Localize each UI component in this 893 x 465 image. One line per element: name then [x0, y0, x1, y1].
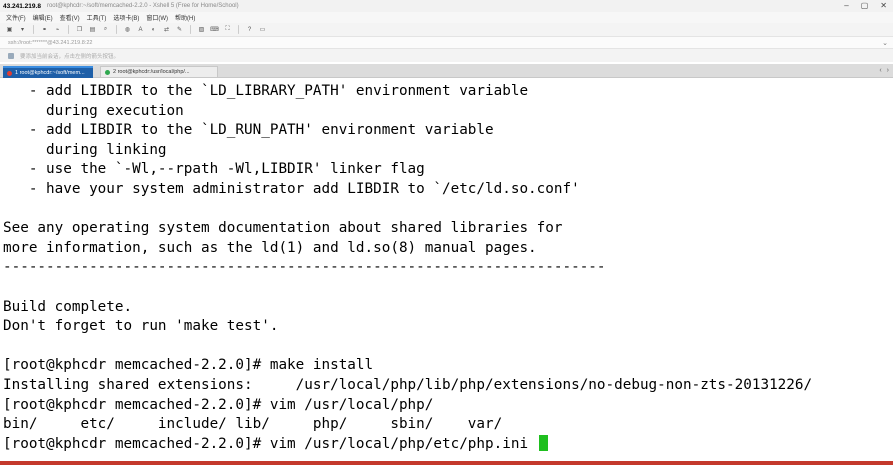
toolbar: ▣ ▾ ⚭ ⌁ ❐ ▤ ⌕ ◍ A ◐ ⇄ ✎ ▨ ⌨ ⛶ ? ▭	[0, 23, 893, 36]
terminal-line: Installing shared extensions: /usr/local…	[3, 377, 813, 393]
session-tab-label: 2 root@kphcdr:/usr/local/php/...	[113, 69, 190, 75]
toolbar-separator	[190, 25, 191, 34]
search-icon[interactable]: ⌕	[101, 26, 110, 34]
maximize-icon[interactable]: ▢	[861, 1, 869, 10]
menu-tabs[interactable]: 选项卡(B)	[113, 13, 139, 22]
font-icon[interactable]: A	[136, 26, 145, 34]
terminal-line: bin/ etc/ include/ lib/ php/ sbin/ var/	[3, 416, 503, 433]
script-icon[interactable]: ✎	[175, 26, 184, 34]
window-controls: – ▢ ✕	[844, 1, 887, 10]
session-tab-label: 1 root@kphcdr:~/soft/mem...	[15, 70, 85, 76]
menu-window[interactable]: 窗口(W)	[146, 13, 168, 22]
transfer-icon[interactable]: ⇄	[162, 26, 171, 34]
open-session-icon[interactable]: ▾	[18, 26, 27, 34]
chevron-left-icon[interactable]: ‹	[879, 67, 881, 74]
chevron-down-icon[interactable]: ⌄	[882, 39, 888, 47]
hint-text: 要添加当前会话，点击左侧的箭头按钮。	[20, 53, 120, 60]
color-icon[interactable]: ◐	[149, 26, 158, 34]
toolbar-separator	[33, 25, 34, 34]
menu-help[interactable]: 帮助(H)	[175, 13, 195, 22]
window-title: root@kphcdr:~/soft/memcached-2.2.0 - Xsh…	[46, 3, 239, 9]
terminal-line: ----------------------------------------…	[3, 259, 606, 276]
session-tab-strip: 1 root@kphcdr:~/soft/mem... 2 root@kphcd…	[0, 64, 893, 78]
new-session-icon[interactable]: ▣	[5, 26, 14, 34]
terminal-output[interactable]: - add LIBDIR to the `LD_LIBRARY_PATH' en…	[0, 79, 893, 459]
status-dot-icon	[7, 70, 12, 76]
keyboard-icon[interactable]: ⌨	[210, 26, 219, 34]
chat-icon[interactable]: ▭	[258, 26, 267, 34]
terminal-command: [root@kphcdr memcached-2.2.0]# vim /usr/…	[3, 435, 537, 452]
fullscreen-icon[interactable]: ⛶	[223, 26, 232, 34]
terminal-line: - have your system administrator add LIB…	[3, 181, 580, 197]
copy-icon[interactable]: ❐	[75, 26, 84, 34]
chevron-right-icon[interactable]: ›	[887, 67, 889, 74]
title-bar: 43.241.219.8 root@kphcdr:~/soft/memcache…	[0, 0, 893, 12]
help-icon[interactable]: ?	[245, 26, 254, 34]
info-icon	[8, 52, 14, 59]
terminal-line: [root@kphcdr memcached-2.2.0]# vim /usr/…	[3, 396, 434, 413]
close-icon[interactable]: ✕	[880, 1, 887, 10]
disconnect-icon[interactable]: ⌁	[53, 26, 62, 34]
terminal-cursor	[538, 434, 548, 451]
toolbar-separator	[68, 25, 69, 34]
host-ip: 43.241.219.8	[3, 2, 41, 10]
session-tab-2[interactable]: 2 root@kphcdr:/usr/local/php/...	[100, 66, 218, 78]
terminal-line: during linking	[3, 141, 167, 158]
menu-tools[interactable]: 工具(T)	[87, 13, 107, 22]
terminal-line: See any operating system documentation a…	[3, 220, 563, 237]
terminal-line: - add LIBDIR to the `LD_LIBRARY_PATH' en…	[3, 83, 529, 99]
paste-icon[interactable]: ▤	[88, 26, 97, 34]
connect-icon[interactable]: ⚭	[40, 26, 49, 34]
terminal-prompt-line: [root@kphcdr memcached-2.2.0]# vim /usr/…	[3, 434, 548, 455]
terminal-line: more information, such as the ld(1) and …	[3, 239, 537, 256]
terminal-line: during execution	[3, 102, 184, 119]
minimize-icon[interactable]: –	[844, 1, 848, 10]
menu-file[interactable]: 文件(F)	[6, 13, 26, 22]
toolbar-separator	[116, 25, 117, 34]
terminal-line: Don't forget to run 'make test'.	[3, 318, 279, 335]
hint-bar: 要添加当前会话，点击左侧的箭头按钮。	[0, 49, 893, 62]
terminal-line: [root@kphcdr memcached-2.2.0]# make inst…	[3, 357, 374, 374]
bottom-status-rule	[0, 461, 893, 465]
status-dot-icon	[105, 69, 110, 75]
address-text: ssh://root:*******@43.241.219.8:22	[8, 39, 93, 46]
menu-bar: 文件(F) 编辑(E) 查看(V) 工具(T) 选项卡(B) 窗口(W) 帮助(…	[0, 12, 893, 23]
menu-edit[interactable]: 编辑(E)	[33, 13, 53, 22]
session-tab-1[interactable]: 1 root@kphcdr:~/soft/mem...	[3, 66, 93, 78]
address-bar[interactable]: ssh://root:*******@43.241.219.8:22 ⌄	[0, 36, 893, 49]
toolbar-separator	[238, 25, 239, 34]
tab-navigation: ‹ ›	[879, 67, 889, 74]
menu-view[interactable]: 查看(V)	[60, 13, 80, 22]
terminal-line: Build complete.	[3, 298, 133, 315]
lock-icon[interactable]: ▨	[197, 26, 206, 34]
terminal-line: - add LIBDIR to the `LD_RUN_PATH' enviro…	[3, 122, 494, 139]
globe-icon[interactable]: ◍	[123, 26, 132, 34]
terminal-line: - use the `-Wl,--rpath -Wl,LIBDIR' linke…	[3, 161, 425, 178]
